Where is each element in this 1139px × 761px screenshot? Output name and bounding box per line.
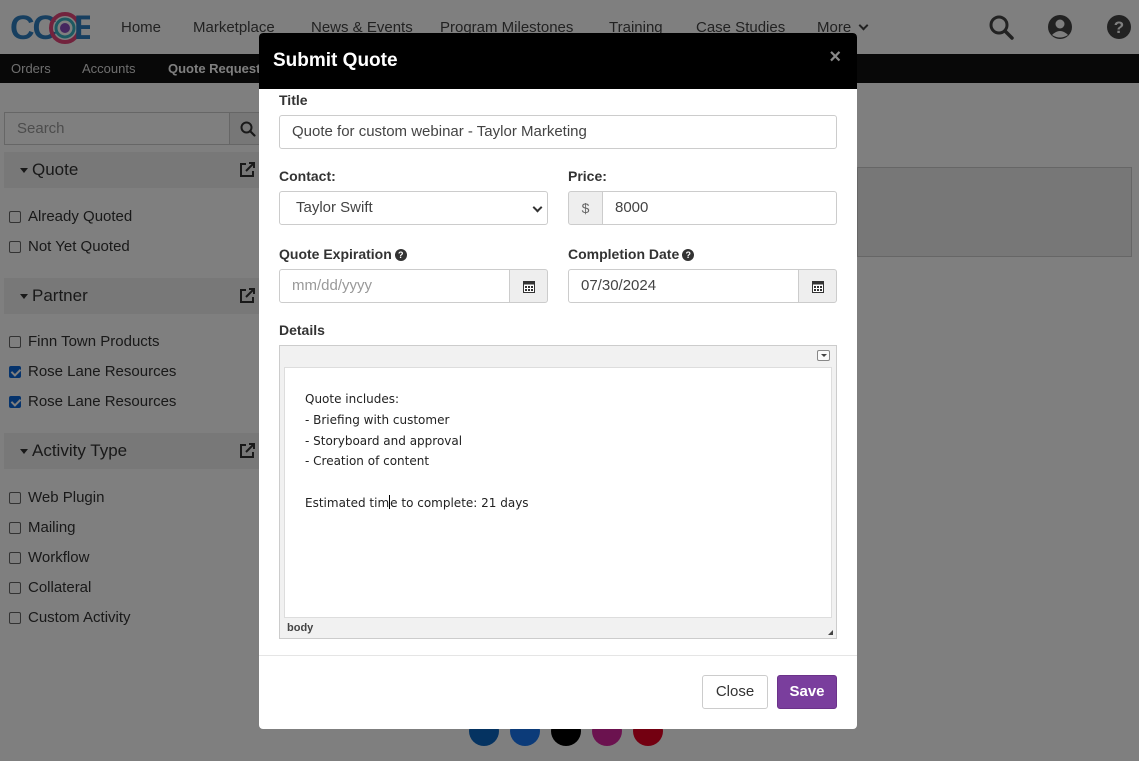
completion-date-label: Completion Date?: [568, 246, 695, 262]
modal-title: Submit Quote: [273, 50, 398, 71]
price-label: Price:: [568, 168, 607, 184]
title-label: Title: [279, 92, 308, 108]
completion-date-label-text: Completion Date: [568, 246, 680, 262]
details-line: ​: [305, 472, 811, 493]
contact-label: Contact:: [279, 168, 336, 184]
details-label: Details: [279, 322, 325, 338]
toolbar-toggle-icon[interactable]: [817, 350, 830, 361]
submit-quote-modal: Submit Quote × Title Quote for custom we…: [259, 33, 857, 729]
calendar-icon: [523, 281, 535, 293]
details-line: - Storyboard and approval: [305, 433, 463, 448]
title-input[interactable]: Quote for custom webinar - Taylor Market…: [279, 115, 837, 149]
details-line: - Briefing with customer: [305, 412, 450, 427]
resize-handle-icon[interactable]: [828, 630, 833, 635]
help-icon[interactable]: ?: [682, 249, 695, 261]
details-line-with-caret: Estimated time to complete: 21 days: [305, 493, 811, 514]
modal-footer-divider: [259, 655, 857, 656]
quote-expiration-input[interactable]: mm/dd/yyyy: [279, 269, 511, 303]
quote-expiration-label: Quote Expiration?: [279, 246, 407, 262]
chevron-down-icon: [532, 202, 543, 213]
contact-select[interactable]: Taylor Swift: [279, 191, 548, 225]
close-button[interactable]: Close: [702, 675, 768, 709]
details-text-before-caret: Estimated tim: [305, 495, 390, 510]
details-textarea[interactable]: Quote includes: - Briefing with customer…: [284, 367, 832, 618]
editor-element-path: body: [287, 622, 314, 634]
currency-addon: $: [568, 191, 603, 225]
details-text-after-caret: e to complete: 21 days: [390, 495, 529, 510]
modal-header: Submit Quote ×: [259, 33, 857, 89]
save-button[interactable]: Save: [777, 675, 837, 709]
expiration-calendar-button[interactable]: [509, 269, 548, 303]
help-icon[interactable]: ?: [394, 249, 407, 261]
quote-expiration-label-text: Quote Expiration: [279, 246, 392, 262]
completion-calendar-button[interactable]: [798, 269, 837, 303]
close-icon[interactable]: ×: [829, 47, 841, 67]
price-input[interactable]: 8000: [602, 191, 837, 225]
contact-select-value: Taylor Swift: [296, 199, 373, 216]
details-rich-text-editor: Quote includes: - Briefing with customer…: [279, 345, 837, 639]
calendar-icon: [812, 281, 824, 293]
details-line: Quote includes:: [305, 392, 400, 406]
details-line: - Creation of content: [305, 454, 430, 469]
completion-date-input[interactable]: 07/30/2024: [568, 269, 800, 303]
